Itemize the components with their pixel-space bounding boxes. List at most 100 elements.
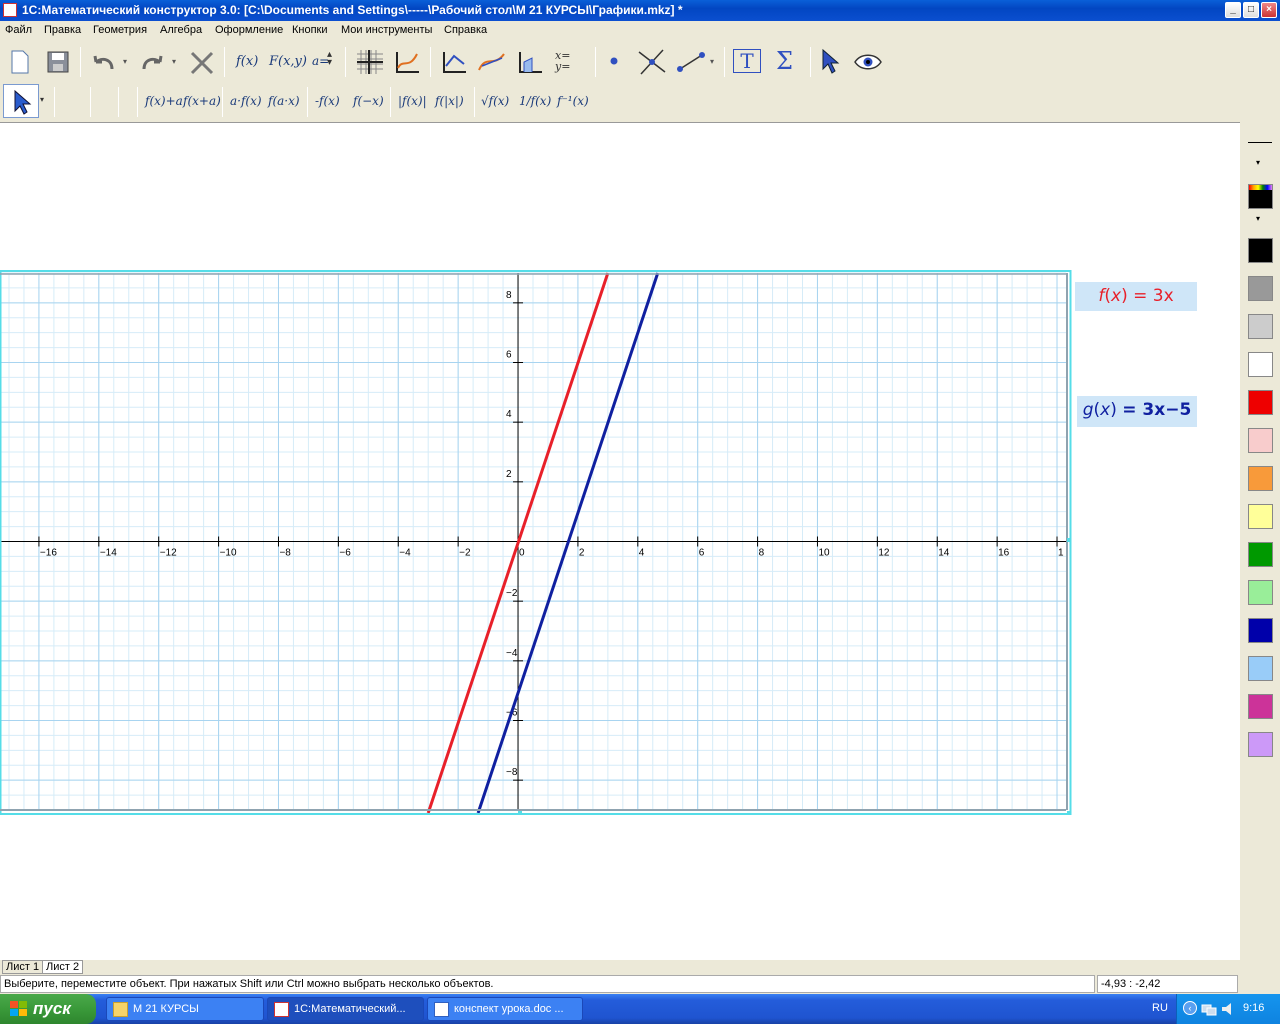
segment-dropdown-icon[interactable]: ▾ (710, 57, 714, 66)
formula-g[interactable]: g(x) = 3x−5 (1077, 396, 1197, 427)
color-swatch[interactable] (1248, 504, 1273, 529)
color-swatch[interactable] (1248, 694, 1273, 719)
formula-g-rhs: = 3x−5 (1122, 400, 1192, 420)
integral-area-icon[interactable] (516, 48, 546, 76)
curve-point-icon[interactable] (476, 48, 508, 76)
undo-icon[interactable] (90, 49, 118, 75)
tangent-icon[interactable] (440, 48, 470, 76)
language-indicator[interactable]: RU (1152, 1002, 1168, 1014)
y-tick-label: 2 (506, 469, 512, 480)
save-icon[interactable] (45, 49, 71, 75)
volume-icon[interactable] (1221, 1002, 1237, 1016)
task-folder[interactable]: М 21 КУРСЫ (106, 997, 264, 1021)
menu-format[interactable]: Оформление (215, 24, 283, 36)
reciprocal-function-button[interactable]: 1/f(x) (519, 94, 551, 108)
resize-handle (1067, 270, 1071, 272)
x-tick-label: 16 (998, 548, 1010, 559)
x-tick-label: −10 (220, 548, 237, 559)
stretch-horizontal-button[interactable]: f(a·x) (268, 94, 300, 108)
y-tick-label: 4 (506, 409, 512, 420)
line-style-dropdown-icon[interactable]: ▾ (1256, 158, 1260, 167)
color-swatch[interactable] (1248, 542, 1273, 567)
x-tick-label: −16 (40, 548, 57, 559)
folder-icon (113, 1002, 128, 1017)
show-hide-pointer-icon[interactable] (818, 47, 844, 77)
select-tool-button[interactable] (3, 84, 39, 118)
formula-f[interactable]: f(x) = 3x (1075, 282, 1197, 311)
delete-icon[interactable] (188, 49, 216, 75)
grid-axes-icon[interactable] (355, 48, 385, 76)
x-tick-label: −12 (160, 548, 177, 559)
inverse-function-button[interactable]: f⁻¹(x) (557, 94, 589, 108)
implicit-function-button[interactable]: F(x,y) (269, 54, 307, 69)
stretch-vertical-button[interactable]: a·f(x) (230, 94, 262, 108)
redo-dropdown-icon[interactable]: ▾ (172, 57, 176, 66)
color-dropdown-icon[interactable]: ▾ (1256, 214, 1260, 223)
coordinate-plane[interactable]: −16 −14 −12 −10 −8 −6 −4 −2 0 2 4 6 8 10 12 14 16 18642−2… (0, 270, 1072, 816)
minimize-button[interactable]: _ (1225, 2, 1241, 18)
line-style-sample[interactable] (1248, 142, 1272, 143)
formula-tool-button[interactable]: Σ (776, 47, 793, 75)
formula-f-arg: x (1111, 286, 1122, 306)
network-icon[interactable] (1201, 1002, 1217, 1016)
color-swatch[interactable] (1248, 276, 1273, 301)
color-swatch[interactable] (1248, 732, 1273, 757)
function-button[interactable]: f(x) (236, 54, 258, 69)
abs-argument-button[interactable]: f(|x|) (435, 94, 464, 108)
y-tick-label: −4 (506, 648, 518, 659)
y-tick-label: 6 (506, 350, 512, 361)
color-swatch[interactable] (1248, 238, 1273, 263)
color-swatch[interactable] (1248, 428, 1273, 453)
color-picker-icon[interactable] (1248, 184, 1273, 209)
menu-algebra[interactable]: Алгебра (160, 24, 202, 36)
sqrt-function-button[interactable]: √f(x) (481, 94, 509, 108)
task-math-constructor[interactable]: 1С:Математический... (267, 997, 424, 1021)
color-swatch[interactable] (1248, 352, 1273, 377)
color-swatch[interactable] (1248, 466, 1273, 491)
shift-vertical-button[interactable]: f(x)+a (145, 94, 183, 108)
intersection-icon[interactable] (636, 47, 668, 77)
graph-icon[interactable] (393, 48, 423, 76)
new-file-icon[interactable] (8, 49, 32, 75)
abs-function-button[interactable]: |f(x)| (398, 94, 427, 108)
taskbar: пуск М 21 КУРСЫ 1С:Математический... кон… (0, 994, 1280, 1024)
x-tick-label: 1 (1058, 548, 1064, 559)
menu-edit[interactable]: Правка (44, 24, 81, 36)
cursor-coordinates: -4,93 : -2,42 (1097, 975, 1238, 993)
app-icon (3, 3, 17, 17)
reflect-y-axis-button[interactable]: f(−x) (353, 94, 384, 108)
shift-horizontal-button[interactable]: f(x+a) (183, 94, 221, 108)
resize-handle (1067, 538, 1071, 542)
redo-icon[interactable] (138, 49, 166, 75)
color-swatch[interactable] (1248, 618, 1273, 643)
close-button[interactable]: × (1261, 2, 1277, 18)
point-icon[interactable] (604, 51, 624, 71)
select-tool-dropdown-icon[interactable]: ▾ (40, 95, 44, 104)
eye-icon[interactable] (853, 51, 883, 73)
sheet-tab-2[interactable]: Лист 2 (42, 960, 84, 974)
menu-help[interactable]: Справка (444, 24, 487, 36)
menu-buttons[interactable]: Кнопки (292, 24, 328, 36)
color-swatch[interactable] (1248, 580, 1273, 605)
menu-my-tools[interactable]: Мои инструменты (341, 24, 432, 36)
sheet-tab-1[interactable]: Лист 1 (2, 960, 44, 974)
task-document[interactable]: конспект урока.doc ... (427, 997, 583, 1021)
segment-icon[interactable] (676, 49, 706, 75)
x-tick-label: 6 (699, 548, 705, 559)
x-tick-label: 4 (639, 548, 645, 559)
status-bar: Выберите, переместите объект. При нажаты… (0, 975, 1280, 994)
maximize-button[interactable]: □ (1243, 2, 1259, 18)
system-equations-button[interactable]: x= y= (555, 50, 570, 72)
color-swatch[interactable] (1248, 314, 1273, 339)
reflect-x-axis-button[interactable]: -f(x) (315, 94, 340, 108)
tray-expand-icon[interactable]: ‹ (1183, 1001, 1197, 1015)
menu-file[interactable]: Файл (5, 24, 32, 36)
color-swatch[interactable] (1248, 656, 1273, 681)
sheet-tabs: Лист 1 Лист 2 (0, 960, 1280, 974)
undo-dropdown-icon[interactable]: ▾ (123, 57, 127, 66)
start-button[interactable]: пуск (0, 994, 96, 1024)
text-tool-button[interactable]: T (733, 49, 761, 73)
x-tick-label: 2 (579, 548, 585, 559)
menu-geometry[interactable]: Геометрия (93, 24, 147, 36)
color-swatch[interactable] (1248, 390, 1273, 415)
